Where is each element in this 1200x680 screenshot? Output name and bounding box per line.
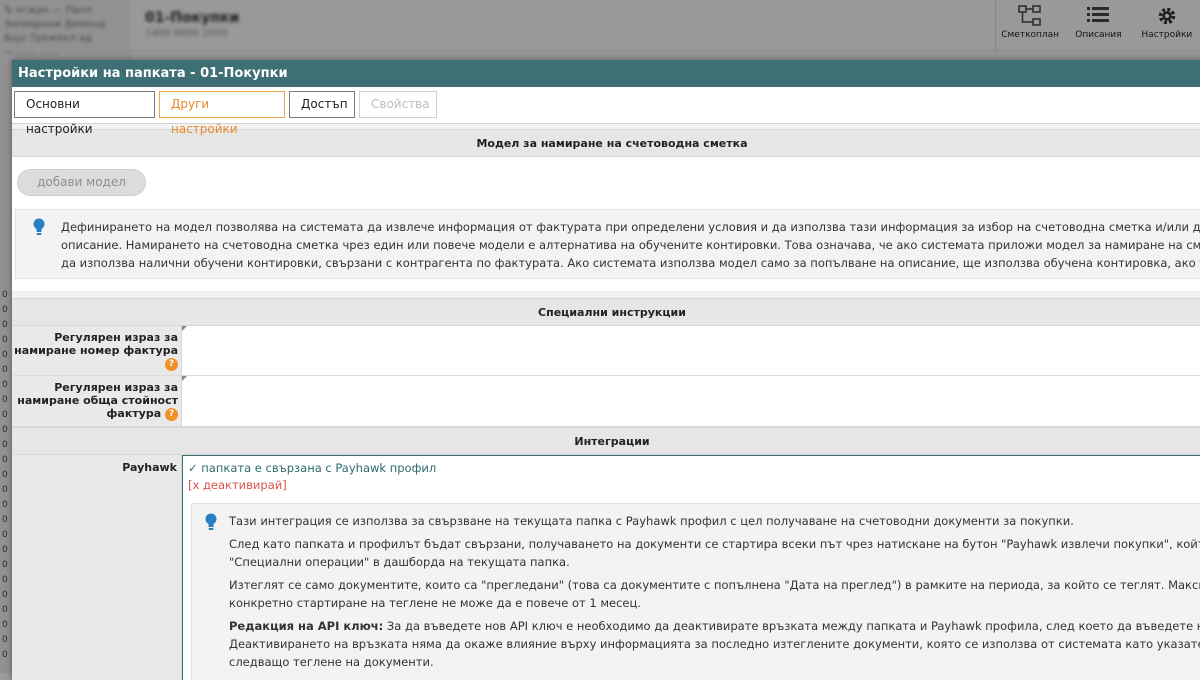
payhawk-info-line: Изтеглят се само документите, които са "… xyxy=(229,578,1200,592)
invoice-number-regex-input[interactable] xyxy=(182,326,1200,375)
input-corner-marker xyxy=(182,376,187,381)
folder-settings-dialog: Настройки на папката - 01-Покупки Основн… xyxy=(12,60,1200,680)
section-header-special-instructions: Специални инструкции xyxy=(12,298,1200,326)
payhawk-deactivate-link[interactable]: [x деактивирай] xyxy=(188,478,287,492)
add-model-area: добави модел xyxy=(12,157,1200,204)
help-icon[interactable]: ? xyxy=(165,357,178,371)
model-info-area: Дефинирането на модел позволява на систе… xyxy=(12,204,1200,291)
tab-other-settings[interactable]: Други настройки xyxy=(159,91,285,136)
dialog-tabs: Основни настройки Други настройки Достъп… xyxy=(12,87,1200,136)
api-key-edit-text: За да въведете нов API ключ е необходимо… xyxy=(383,619,1200,633)
label-line: фактура xyxy=(106,407,162,420)
lightbulb-icon xyxy=(205,513,217,530)
tab-properties: Свойства xyxy=(359,91,437,118)
total-amount-regex-row: Регулярен израз за намиране обща стойнос… xyxy=(12,376,1200,427)
section-gap xyxy=(12,291,1200,298)
payhawk-info-paragraph: Тази интеграция се използва за свързване… xyxy=(229,514,1074,528)
model-info-line: Дефинирането на модел позволява на систе… xyxy=(61,220,1200,234)
dialog-title: Настройки на папката - 01-Покупки xyxy=(12,60,1200,87)
add-model-button[interactable]: добави модел xyxy=(17,169,146,196)
total-amount-regex-label: Регулярен израз за намиране обща стойнос… xyxy=(12,376,182,426)
input-corner-marker xyxy=(182,326,187,331)
label-line: Регулярен израз за xyxy=(54,331,178,344)
payhawk-info-line: Деактивирането на връзката няма да окаже… xyxy=(229,637,1200,651)
payhawk-info-line: следващо теглене на документи. xyxy=(229,655,434,669)
payhawk-label: Payhawk xyxy=(12,455,182,680)
payhawk-info-box: Тази интеграция се използва за свързване… xyxy=(191,503,1200,680)
payhawk-content: ✓ папката е свързана с Payhawk профил [x… xyxy=(182,455,1200,680)
payhawk-info-line: След като папката и профилът бъдат свърз… xyxy=(229,537,1200,551)
total-amount-regex-input[interactable] xyxy=(182,376,1200,426)
api-key-edit-heading: Редакция на API ключ: xyxy=(229,619,384,633)
tab-access[interactable]: Достъп xyxy=(289,91,355,118)
label-line: намиране обща стойност xyxy=(17,394,178,407)
invoice-number-regex-label: Регулярен израз за намиране номер фактур… xyxy=(12,326,182,375)
label-line: Регулярен израз за xyxy=(54,381,178,394)
payhawk-info-line: конкретно стартиране на теглене не може … xyxy=(229,596,641,610)
payhawk-linked-status: ✓ папката е свързана с Payhawk профил xyxy=(188,461,437,475)
help-icon[interactable]: ? xyxy=(165,407,178,421)
model-info-line: описание. Намирането на счетоводна сметк… xyxy=(61,238,1200,252)
model-info-box: Дефинирането на модел позволява на систе… xyxy=(15,209,1200,279)
lightbulb-icon xyxy=(33,218,45,235)
payhawk-integration-row: Payhawk ✓ папката е свързана с Payhawk п… xyxy=(12,455,1200,680)
section-header-integrations: Интеграции xyxy=(12,427,1200,455)
payhawk-info-text: Тази интеграция се използва за свързване… xyxy=(229,512,1200,671)
model-info-text: Дефинирането на модел позволява на систе… xyxy=(61,218,1200,272)
tab-basic-settings[interactable]: Основни настройки xyxy=(14,91,155,136)
invoice-number-regex-row: Регулярен израз за намиране номер фактур… xyxy=(12,326,1200,376)
payhawk-info-line: "Специални операции" в дашборда на текущ… xyxy=(229,555,570,569)
payhawk-info-line: Редакция на API ключ: За да въведете нов… xyxy=(229,617,1200,635)
label-line: намиране номер фактура xyxy=(14,344,178,357)
model-info-line: да използва налични обучени контировки, … xyxy=(61,256,1200,270)
